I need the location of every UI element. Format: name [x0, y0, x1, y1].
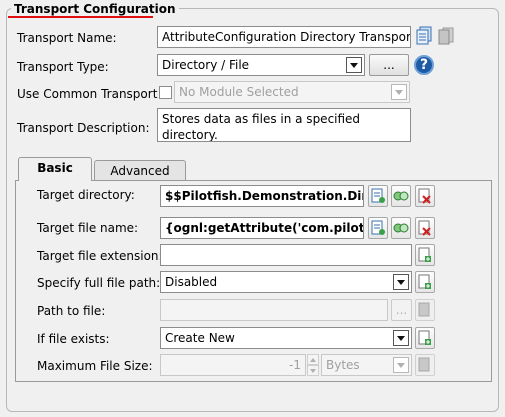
spin-up-icon[interactable] [307, 354, 319, 365]
if-file-exists-select[interactable]: Create New [160, 327, 412, 349]
path-to-file-input[interactable] [160, 299, 388, 321]
document-add-icon[interactable] [415, 271, 435, 293]
use-common-label: Use Common Transport [17, 87, 158, 101]
document-icon[interactable] [415, 354, 435, 376]
target-directory-input[interactable]: $$Pilotfish.Demonstration.Director [160, 185, 364, 207]
copy-icon[interactable] [415, 26, 433, 46]
max-file-size-input[interactable]: -1 [160, 354, 306, 376]
target-directory-label: Target directory: [37, 188, 135, 202]
path-to-file-browse-button[interactable]: ... [391, 299, 412, 321]
max-file-size-label: Maximum File Size: [37, 359, 153, 373]
full-file-path-dropdown-icon[interactable] [393, 274, 409, 290]
common-module-select[interactable]: No Module Selected [174, 81, 410, 103]
paste-icon[interactable] [437, 26, 455, 46]
document-add-icon[interactable] [415, 244, 435, 266]
transport-name-label: Transport Name: [17, 31, 117, 45]
if-file-exists-label: If file exists: [37, 332, 110, 346]
tab-advanced[interactable]: Advanced [94, 160, 186, 181]
link-icon[interactable] [391, 217, 411, 239]
link-icon[interactable] [391, 185, 411, 207]
transport-name-input[interactable]: AttributeConfiguration Directory Transpo… [157, 26, 411, 48]
document-edit-icon[interactable] [368, 185, 388, 207]
transport-type-label: Transport Type: [17, 60, 109, 74]
transport-type-select[interactable]: Directory / File [157, 54, 365, 76]
transport-type-more-button[interactable]: ... [369, 54, 409, 76]
tab-basic[interactable]: Basic [18, 157, 92, 181]
max-file-size-unit-dropdown-icon[interactable] [393, 357, 409, 373]
clear-icon[interactable] [415, 185, 435, 207]
common-module-dropdown-icon[interactable] [391, 84, 407, 100]
panel-title: Transport Configuration [11, 2, 179, 16]
target-file-name-input[interactable]: {ognl:getAttribute('com.pilotfish.Fil [160, 217, 364, 239]
full-file-path-label: Specify full file path: [37, 276, 161, 290]
title-underline [8, 16, 153, 18]
use-common-checkbox[interactable] [159, 86, 172, 99]
target-file-extension-label: Target file extension: [37, 249, 163, 263]
path-to-file-label: Path to file: [37, 304, 106, 318]
document-edit-icon[interactable] [368, 217, 388, 239]
target-file-name-label: Target file name: [37, 221, 139, 235]
document-icon[interactable] [415, 299, 435, 321]
clear-icon[interactable] [415, 217, 435, 239]
if-file-exists-dropdown-icon[interactable] [393, 330, 409, 346]
spin-down-icon[interactable] [307, 365, 319, 376]
transport-description-label: Transport Description: [17, 121, 150, 135]
target-file-extension-input[interactable] [160, 244, 412, 266]
document-add-icon[interactable] [415, 327, 435, 349]
transport-type-dropdown-icon[interactable] [346, 57, 362, 73]
transport-description-textarea[interactable]: Stores data as files in a specified dire… [157, 108, 411, 142]
full-file-path-select[interactable]: Disabled [160, 271, 412, 293]
help-icon[interactable]: ? [414, 55, 434, 75]
